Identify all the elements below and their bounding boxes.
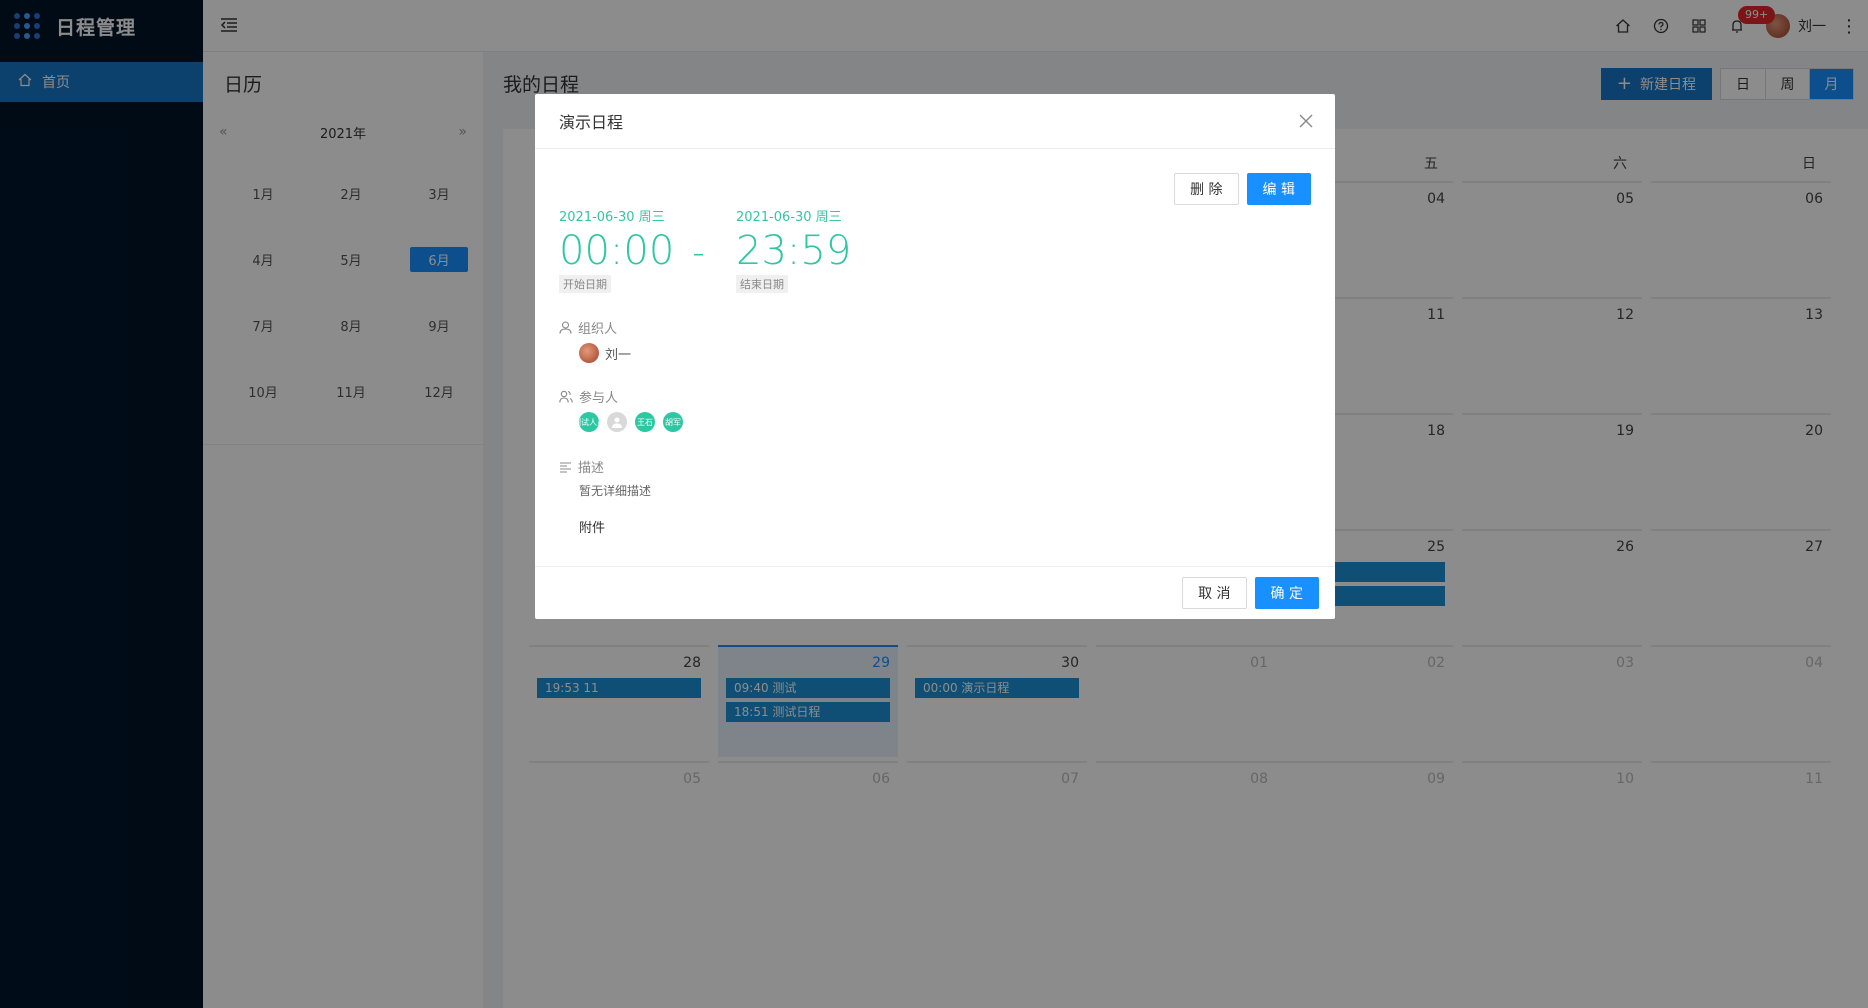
start-tag: 开始日期 <box>559 275 611 293</box>
end-date: 2021-06-30 周三 <box>736 210 842 225</box>
start-clock: 00:00 <box>559 228 675 274</box>
end-tag: 结束日期 <box>736 275 788 293</box>
organizer-label: 组织人 <box>559 318 617 337</box>
confirm-button[interactable]: 确 定 <box>1254 577 1319 609</box>
start-time: 2021-06-30 周三 00:00 开始日期 <box>559 206 674 293</box>
description-text: 暂无详细描述 <box>579 484 652 498</box>
participant-avatar[interactable]: 胡军 <box>663 412 683 432</box>
participant-avatar[interactable] <box>607 412 627 432</box>
user-icon <box>559 321 572 334</box>
attachment-label: 附件 <box>579 521 606 536</box>
time-separator: – <box>693 242 704 267</box>
organizer-name: 刘一 <box>605 347 632 363</box>
delete-button[interactable]: 删 除 <box>1174 173 1239 205</box>
end-time: 2021-06-30 周三 23:59 结束日期 <box>736 206 851 293</box>
schedule-detail-modal: 演示日程 删 除 编 辑 2021-06-30 周三 00:00 开始日期 – … <box>535 94 1335 619</box>
modal-footer: 取 消 确 定 <box>535 566 1335 619</box>
participant-avatar[interactable]: 测试人员 <box>579 412 599 432</box>
start-date: 2021-06-30 周三 <box>559 210 665 225</box>
participant-avatar[interactable]: 王石 <box>635 412 655 432</box>
participants-label: 参与人 <box>559 387 618 406</box>
organizer: 刘一 <box>579 343 631 363</box>
description-label: 描述 <box>559 457 604 476</box>
cancel-button[interactable]: 取 消 <box>1182 577 1247 609</box>
end-clock: 23:59 <box>736 228 852 274</box>
align-left-icon <box>560 461 571 473</box>
modal-title: 演示日程 <box>535 94 1335 149</box>
edit-button[interactable]: 编 辑 <box>1246 173 1311 205</box>
team-icon <box>559 390 573 403</box>
participant-list: 测试人员 王石 胡军 <box>579 412 691 432</box>
avatar <box>579 343 599 363</box>
close-icon[interactable] <box>1299 112 1313 133</box>
